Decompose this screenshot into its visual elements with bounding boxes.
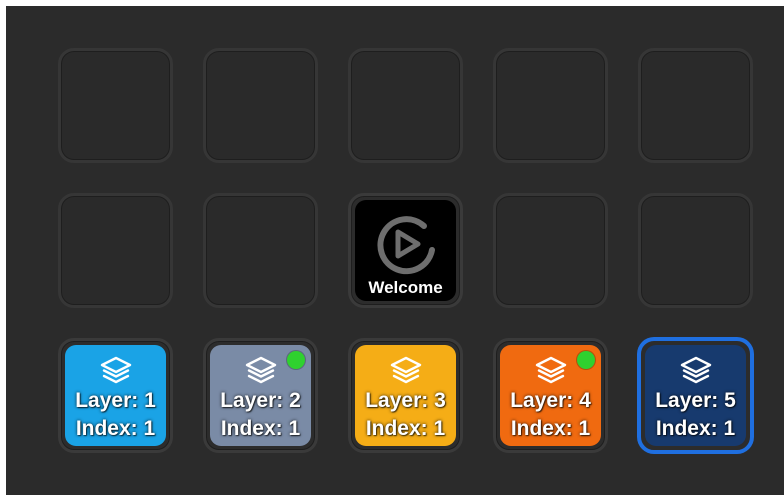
layers-icon bbox=[680, 356, 711, 384]
elgato-logo-icon bbox=[377, 216, 435, 275]
layer-key-face: Layer: 2 Index: 1 bbox=[210, 345, 311, 446]
empty-key-r1-c4[interactable] bbox=[493, 48, 608, 163]
layer-key-4[interactable]: Layer: 4 Index: 1 bbox=[493, 338, 608, 453]
empty-key-r1-c2[interactable] bbox=[203, 48, 318, 163]
welcome-label: Welcome bbox=[368, 278, 443, 297]
layer-label: Layer: 3 bbox=[365, 389, 446, 412]
empty-key-r2-c4[interactable] bbox=[493, 193, 608, 308]
layer-key-1[interactable]: Layer: 1 Index: 1 bbox=[58, 338, 173, 453]
empty-key-r2-c2[interactable] bbox=[203, 193, 318, 308]
layer-label: Layer: 5 bbox=[655, 389, 736, 412]
empty-key-r1-c5[interactable] bbox=[638, 48, 753, 163]
status-indicator-dot bbox=[287, 351, 305, 369]
layer-key-face: Layer: 1 Index: 1 bbox=[65, 345, 166, 446]
layer-key-5[interactable]: Layer: 5 Index: 1 bbox=[638, 338, 753, 453]
welcome-key[interactable]: Welcome bbox=[348, 193, 463, 308]
index-label: Index: 1 bbox=[510, 417, 591, 440]
layers-icon bbox=[245, 356, 276, 384]
layers-icon bbox=[100, 356, 131, 384]
index-label: Index: 1 bbox=[655, 417, 736, 440]
layers-icon bbox=[390, 356, 421, 384]
layer-key-face: Layer: 3 Index: 1 bbox=[355, 345, 456, 446]
layer-key-3[interactable]: Layer: 3 Index: 1 bbox=[348, 338, 463, 453]
layers-icon bbox=[535, 356, 566, 384]
welcome-key-face: Welcome bbox=[355, 200, 456, 301]
key-grid: Welcome Layer: 1 Index: 1 Layer: 2 Index… bbox=[58, 48, 753, 453]
index-label: Index: 1 bbox=[75, 417, 156, 440]
layer-label: Layer: 4 bbox=[510, 389, 591, 412]
layer-key-2[interactable]: Layer: 2 Index: 1 bbox=[203, 338, 318, 453]
status-indicator-dot bbox=[577, 351, 595, 369]
empty-key-r2-c1[interactable] bbox=[58, 193, 173, 308]
empty-key-r1-c3[interactable] bbox=[348, 48, 463, 163]
layer-key-face: Layer: 4 Index: 1 bbox=[500, 345, 601, 446]
empty-key-r1-c1[interactable] bbox=[58, 48, 173, 163]
stream-deck-canvas: Welcome Layer: 1 Index: 1 Layer: 2 Index… bbox=[6, 6, 784, 495]
layer-label: Layer: 2 bbox=[220, 389, 301, 412]
layer-key-face: Layer: 5 Index: 1 bbox=[645, 345, 746, 446]
index-label: Index: 1 bbox=[220, 417, 301, 440]
empty-key-r2-c5[interactable] bbox=[638, 193, 753, 308]
index-label: Index: 1 bbox=[365, 417, 446, 440]
layer-label: Layer: 1 bbox=[75, 389, 156, 412]
